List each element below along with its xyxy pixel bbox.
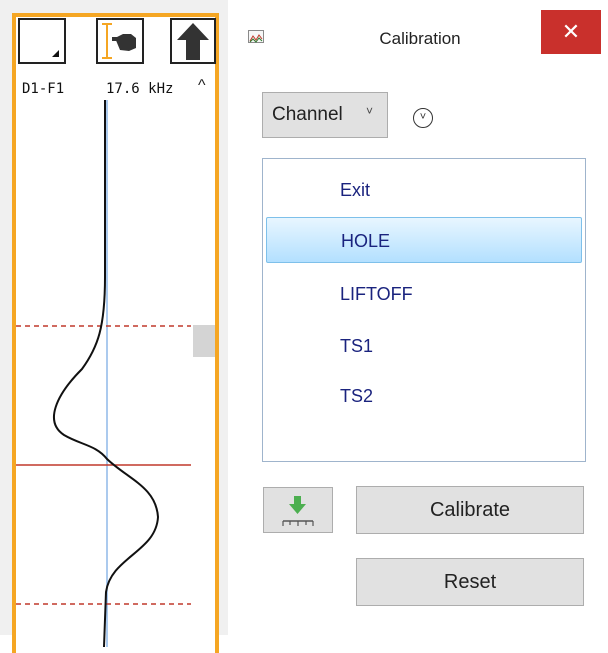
- expand-circle-chevron-icon[interactable]: ˅: [413, 108, 433, 128]
- vertical-scrollbar-thumb[interactable]: [193, 325, 215, 357]
- list-item-hole[interactable]: HOLE: [266, 217, 582, 263]
- dialog-title: Calibration: [379, 29, 461, 48]
- import-calibration-button[interactable]: [263, 487, 333, 533]
- channel-dropdown[interactable]: Channel ˅: [262, 92, 388, 138]
- list-item-ts2[interactable]: TS2: [266, 373, 582, 419]
- signal-trace: [53, 100, 160, 647]
- list-item-liftoff[interactable]: LIFTOFF: [266, 271, 582, 317]
- signal-trace-plot: [16, 100, 191, 647]
- chart-app-icon: [248, 30, 264, 43]
- reset-button[interactable]: Reset: [356, 558, 584, 606]
- calibration-dialog: Calibration ✕ Channel ˅ ˅ Exit HOLE LIFT…: [230, 0, 608, 635]
- strip-chart-panel: D1-F1 17.6 kHz ^: [0, 0, 228, 653]
- calibration-list[interactable]: Exit HOLE LIFTOFF TS1 TS2: [262, 158, 586, 462]
- chevron-down-icon: ˅: [366, 104, 374, 118]
- channel-dropdown-value: Channel: [272, 104, 343, 125]
- calibrate-button[interactable]: Calibrate: [356, 486, 584, 534]
- strip-chart[interactable]: D1-F1 17.6 kHz ^: [12, 13, 219, 653]
- download-ruler-icon: [282, 496, 314, 526]
- title-bar[interactable]: Calibration ✕: [230, 0, 608, 70]
- close-icon: ✕: [561, 19, 581, 44]
- list-item-exit[interactable]: Exit: [266, 167, 582, 213]
- close-button[interactable]: ✕: [541, 10, 601, 54]
- list-item-ts1[interactable]: TS1: [266, 323, 582, 369]
